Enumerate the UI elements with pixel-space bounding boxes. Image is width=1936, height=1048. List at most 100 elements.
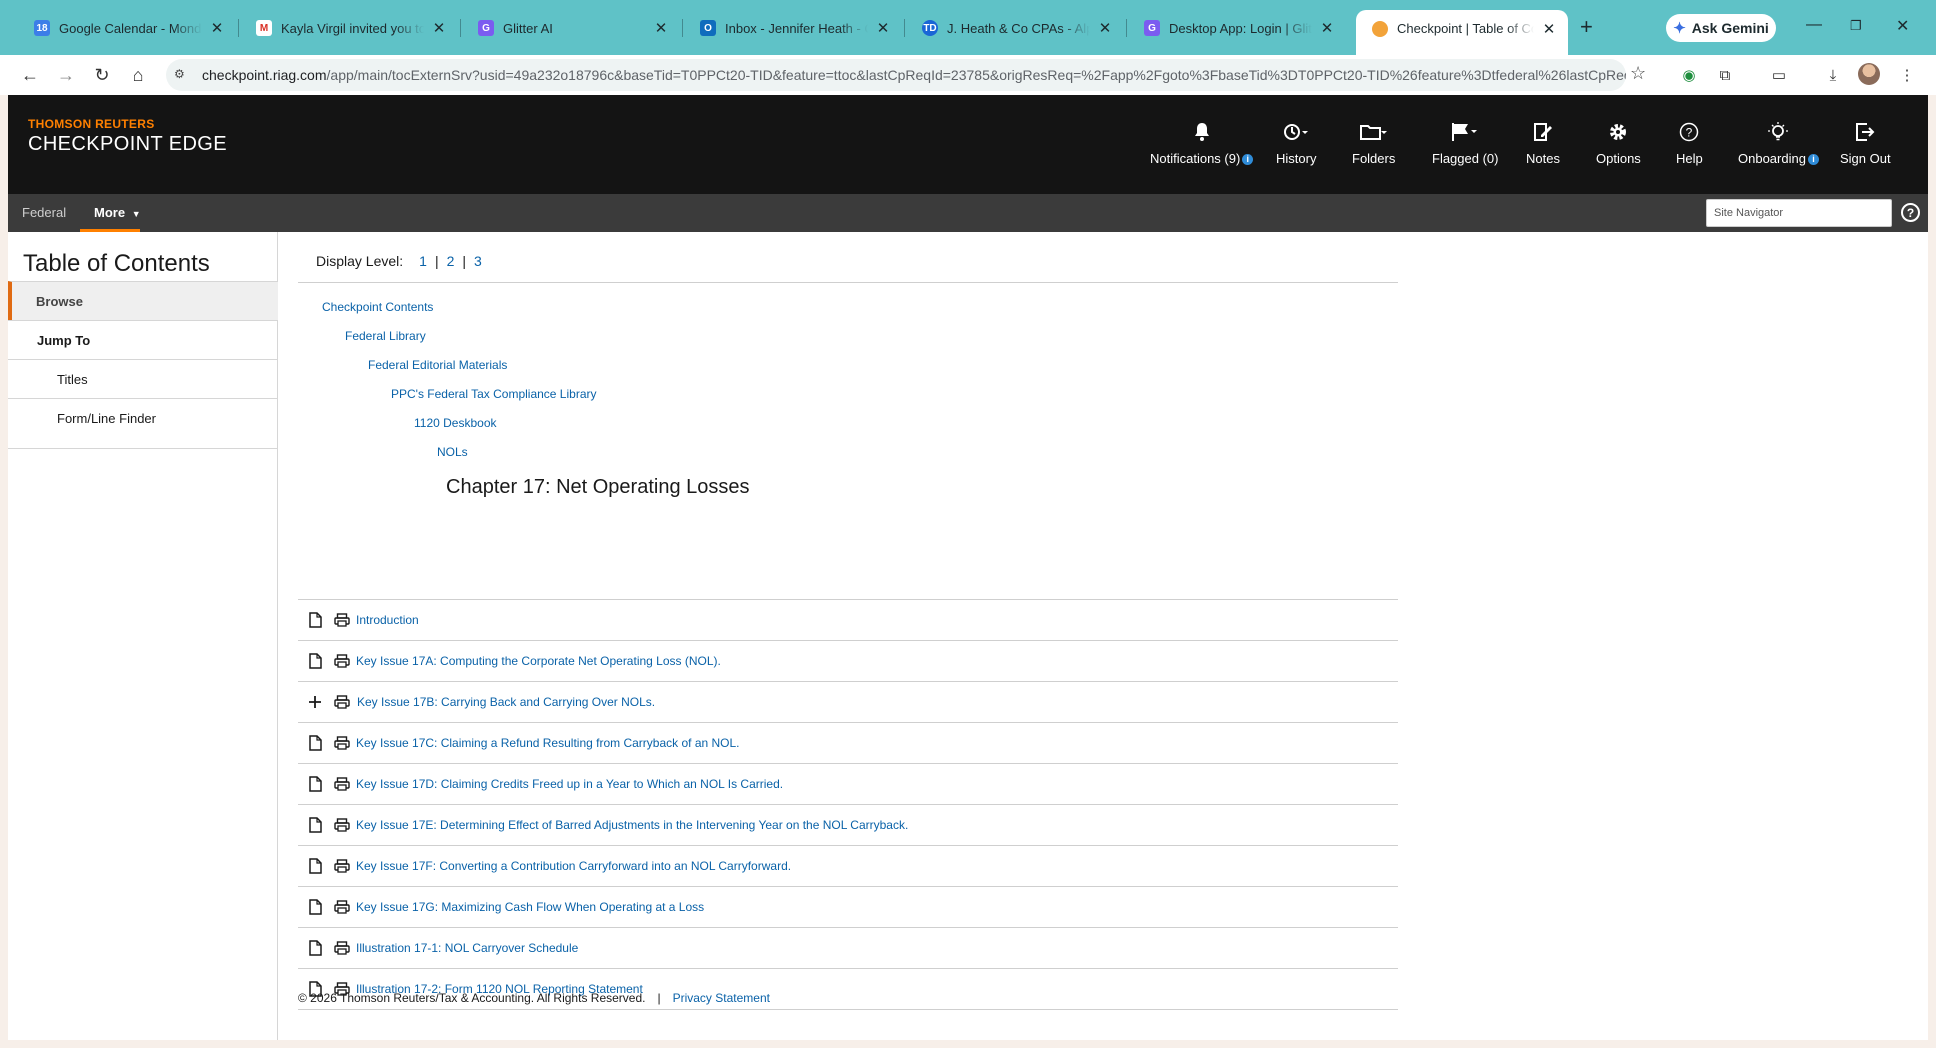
sidebar-browse[interactable]: Browse [8, 281, 278, 320]
nav-help[interactable]: ? Help [1676, 119, 1703, 179]
toc-link[interactable]: Illustration 17-1: NOL Carryover Schedul… [356, 941, 578, 955]
print-icon[interactable] [334, 818, 350, 832]
close-tab-icon[interactable]: ✕ [1540, 20, 1558, 38]
new-tab-button[interactable]: + [1580, 14, 1593, 40]
breadcrumb-checkpoint-contents[interactable]: Checkpoint Contents [322, 300, 433, 314]
browser-menu-icon[interactable]: ⋮ [1896, 64, 1918, 86]
document-icon[interactable] [308, 776, 322, 792]
profile-avatar[interactable] [1858, 63, 1880, 85]
document-icon[interactable] [308, 940, 322, 956]
print-icon[interactable] [334, 941, 350, 955]
privacy-statement-link[interactable]: Privacy Statement [673, 991, 770, 1005]
print-icon[interactable] [334, 900, 350, 914]
url-host: checkpoint.riag.com [202, 67, 327, 83]
toc-link[interactable]: Key Issue 17A: Computing the Corporate N… [356, 654, 721, 668]
browser-tab-google-calendar[interactable]: 18 Google Calendar - Monday, ✕ [18, 10, 236, 46]
toc-link[interactable]: Key Issue 17C: Claiming a Refund Resulti… [356, 736, 740, 750]
print-icon[interactable] [334, 859, 350, 873]
close-tab-icon[interactable]: ✕ [208, 19, 226, 37]
close-tab-icon[interactable]: ✕ [874, 19, 892, 37]
close-window-icon[interactable]: ✕ [1896, 16, 1909, 36]
help-icon: ? [1679, 119, 1699, 145]
document-icon[interactable] [308, 735, 322, 751]
breadcrumb-1120-deskbook[interactable]: 1120 Deskbook [414, 416, 497, 430]
toc-link[interactable]: Key Issue 17G: Maximizing Cash Flow When… [356, 900, 704, 914]
extensions-icon[interactable]: ⧉ [1714, 64, 1736, 86]
download-icon[interactable]: ⤓ [1822, 64, 1844, 86]
document-icon[interactable] [308, 817, 322, 833]
divider [298, 282, 1398, 283]
grammarly-icon[interactable]: ◉ [1678, 64, 1700, 86]
breadcrumb-nols[interactable]: NOLs [437, 445, 468, 459]
display-level-1[interactable]: 1 [419, 253, 427, 269]
cast-icon[interactable]: ▭ [1768, 64, 1790, 86]
home-icon[interactable]: ⌂ [126, 63, 150, 87]
close-tab-icon[interactable]: ✕ [1096, 19, 1114, 37]
nav-folders[interactable]: Folders [1352, 119, 1395, 179]
document-icon[interactable] [308, 858, 322, 874]
nav-sign-out-label: Sign Out [1840, 151, 1891, 166]
sidebar-jump-to[interactable]: Jump To [8, 320, 278, 359]
nav-notifications-label: Notifications (9) [1150, 151, 1241, 166]
nav-notifications[interactable]: Notifications (9) i [1150, 119, 1254, 179]
toc-link[interactable]: Key Issue 17D: Claiming Credits Freed up… [356, 777, 783, 791]
browser-tab-gmail[interactable]: M Kayla Virgil invited you to jo ✕ [240, 10, 458, 46]
close-tab-icon[interactable]: ✕ [652, 19, 670, 37]
gemini-spark-icon: ✦ [1673, 20, 1686, 37]
reload-icon[interactable]: ↻ [90, 63, 114, 87]
help-circle-icon[interactable]: ? [1901, 203, 1920, 222]
display-level-2[interactable]: 2 [447, 253, 455, 269]
subnav-federal[interactable]: Federal [22, 194, 66, 232]
document-icon[interactable] [308, 899, 322, 915]
nav-flagged[interactable]: Flagged (0) [1432, 119, 1498, 179]
breadcrumb-federal-library[interactable]: Federal Library [345, 329, 426, 343]
site-navigator-input[interactable]: Site Navigator [1706, 199, 1892, 227]
nav-sign-out[interactable]: Sign Out [1840, 119, 1891, 179]
restore-icon[interactable]: ❐ [1850, 18, 1862, 34]
subnav-more[interactable]: More ▼ [94, 194, 141, 232]
nav-onboarding[interactable]: Onboarding i [1738, 119, 1819, 179]
toc-row: Key Issue 17G: Maximizing Cash Flow When… [298, 887, 1398, 928]
back-icon[interactable]: ← [18, 63, 42, 87]
footer: © 2026 Thomson Reuters/Tax & Accounting.… [298, 991, 770, 1005]
expand-plus-icon[interactable] [308, 694, 322, 710]
gmail-icon: M [256, 20, 272, 36]
browser-tab-glitter-ai[interactable]: G Glitter AI ✕ [462, 10, 680, 46]
toc-link[interactable]: Key Issue 17F: Converting a Contribution… [356, 859, 791, 873]
brand-product[interactable]: CHECKPOINT EDGE [28, 133, 227, 156]
nav-options[interactable]: Options [1596, 119, 1641, 179]
print-icon[interactable] [334, 654, 350, 668]
document-icon[interactable] [308, 612, 322, 628]
browser-tab-checkpoint[interactable]: Checkpoint | Table of Conter ✕ [1356, 10, 1568, 55]
bookmark-star-icon[interactable]: ☆ [1630, 63, 1646, 84]
lightbulb-icon [1767, 119, 1789, 145]
toc-link[interactable]: Key Issue 17E: Determining Effect of Bar… [356, 818, 908, 832]
close-tab-icon[interactable]: ✕ [1318, 19, 1336, 37]
minimize-icon[interactable]: — [1806, 16, 1822, 34]
browser-tab-outlook[interactable]: O Inbox - Jennifer Heath - Out ✕ [684, 10, 902, 46]
print-icon[interactable] [334, 736, 350, 750]
breadcrumb-federal-editorial[interactable]: Federal Editorial Materials [368, 358, 507, 372]
breadcrumb-ppc-library[interactable]: PPC's Federal Tax Compliance Library [391, 387, 597, 401]
ask-gemini-button[interactable]: ✦ Ask Gemini [1666, 14, 1776, 42]
print-icon[interactable] [334, 613, 350, 627]
tab-title: Inbox - Jennifer Heath - Out [725, 20, 868, 36]
close-tab-icon[interactable]: ✕ [430, 19, 448, 37]
toc-link[interactable]: Introduction [356, 613, 419, 627]
forward-icon[interactable]: → [54, 63, 78, 87]
address-bar[interactable]: checkpoint.riag.com/app/main/tocExternSr… [166, 59, 1626, 91]
print-icon[interactable] [334, 695, 350, 709]
nav-history[interactable]: History [1276, 119, 1316, 179]
display-level-3[interactable]: 3 [474, 253, 482, 269]
nav-notes[interactable]: Notes [1526, 119, 1560, 179]
toc-link[interactable]: Key Issue 17B: Carrying Back and Carryin… [357, 695, 655, 709]
browser-tab-heath-cpas[interactable]: TD J. Heath & Co CPAs - Alperin ✕ [906, 10, 1124, 46]
folder-icon [1359, 119, 1388, 145]
browser-tab-glitter-desktop[interactable]: G Desktop App: Login | Glitter ✕ [1128, 10, 1346, 46]
document-icon[interactable] [308, 653, 322, 669]
sidebar-titles[interactable]: Titles [8, 359, 278, 398]
site-info-icon[interactable]: ⚙ [174, 67, 192, 83]
print-icon[interactable] [334, 777, 350, 791]
calendar-icon: 18 [34, 20, 50, 36]
sidebar-form-line-finder[interactable]: Form/Line Finder [8, 398, 278, 437]
